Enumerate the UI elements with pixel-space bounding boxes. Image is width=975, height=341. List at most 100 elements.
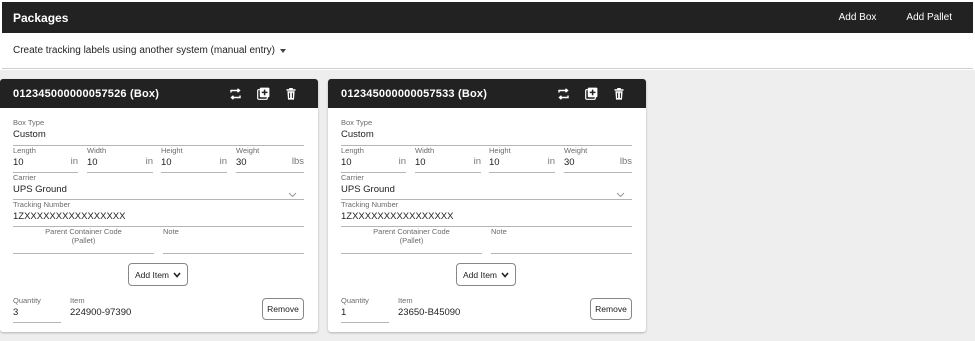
height-field[interactable]: Height 10 in (161, 146, 227, 173)
item-label: Item (398, 296, 413, 305)
carrier-label: Carrier (341, 173, 364, 182)
carrier-select[interactable]: Carrier UPS Ground (341, 173, 632, 200)
length-field[interactable]: Length 10 in (13, 146, 78, 173)
chevron-down-icon (173, 271, 181, 278)
parent-container-code-label: Parent Container Code (45, 227, 122, 236)
parent-container-code-label: Parent Container Code (373, 227, 450, 236)
carrier-value: UPS Ground (13, 184, 67, 195)
length-field[interactable]: Length 10 in (341, 146, 406, 173)
add-box-icon[interactable] (584, 87, 598, 101)
tracking-number-label: Tracking Number (341, 200, 399, 209)
package-card-header: 012345000000057533 (Box) (328, 79, 646, 108)
parent-container-code-field[interactable]: Parent Container Code (Pallet) (13, 227, 154, 254)
width-field[interactable]: Width 10 in (415, 146, 481, 173)
parent-container-code-sublabel: (Pallet) (71, 236, 96, 245)
tracking-system-select[interactable]: another system (manual entry) (139, 45, 287, 56)
tracking-label-bar: Create tracking labels using another sys… (2, 33, 973, 69)
tracking-number-value: 1ZXXXXXXXXXXXXXXXX (341, 211, 454, 222)
height-field[interactable]: Height 10 in (489, 146, 555, 173)
add-item-label: Add Item (134, 269, 170, 280)
length-value: 10 (13, 157, 24, 168)
remove-button[interactable]: Remove (590, 298, 632, 320)
item-value: 23650-B45090 (398, 307, 461, 318)
swap-icon[interactable] (228, 87, 242, 101)
package-title: 012345000000057526 (Box) (13, 87, 160, 100)
width-value: 10 (87, 157, 98, 168)
add-item-button[interactable]: Add Item (128, 263, 188, 286)
delete-icon[interactable] (284, 87, 298, 101)
width-label: Width (415, 146, 435, 155)
chevron-down-icon (501, 271, 509, 278)
carrier-value: UPS Ground (341, 184, 395, 195)
package-title: 012345000000057533 (Box) (341, 87, 488, 100)
height-unit: in (219, 156, 227, 167)
height-label: Height (489, 146, 511, 155)
package-card-header: 012345000000057526 (Box) (0, 79, 318, 108)
weight-field[interactable]: Weight 30 lbs (236, 146, 304, 173)
add-box-icon[interactable] (256, 87, 270, 101)
height-label: Height (161, 146, 183, 155)
weight-label: Weight (236, 146, 260, 155)
packages-area: 012345000000057526 (Box) Box Type Custom… (0, 70, 975, 341)
note-label: Note (163, 227, 179, 236)
note-label: Note (491, 227, 507, 236)
item-field: Item 224900-97390 (70, 296, 190, 323)
delete-icon[interactable] (612, 87, 626, 101)
item-field: Item 23650-B45090 (398, 296, 518, 323)
box-type-value: Custom (13, 129, 46, 140)
width-field[interactable]: Width 10 in (87, 146, 153, 173)
tracking-number-field[interactable]: Tracking Number 1ZXXXXXXXXXXXXXXXX (341, 200, 632, 227)
item-label: Item (70, 296, 85, 305)
item-value: 224900-97390 (70, 307, 132, 318)
quantity-field[interactable]: Quantity 3 (13, 296, 61, 323)
tracking-number-field[interactable]: Tracking Number 1ZXXXXXXXXXXXXXXXX (13, 200, 304, 227)
quantity-label: Quantity (341, 296, 369, 305)
box-type-label: Box Type (13, 118, 45, 127)
top-bar: Packages Add Box Add Pallet (2, 2, 973, 33)
length-label: Length (341, 146, 364, 155)
carrier-label: Carrier (13, 173, 36, 182)
tracking-system-selected: another system (manual entry) (139, 45, 276, 56)
quantity-value: 3 (13, 307, 19, 318)
note-field[interactable]: Note (163, 227, 304, 254)
box-type-value: Custom (341, 129, 374, 140)
weight-field[interactable]: Weight 30 lbs (564, 146, 632, 173)
tracking-number-value: 1ZXXXXXXXXXXXXXXXX (13, 211, 126, 222)
caret-down-icon (280, 48, 287, 53)
parent-container-code-sublabel: (Pallet) (399, 236, 424, 245)
length-unit: in (398, 156, 406, 167)
weight-label: Weight (564, 146, 588, 155)
add-item-label: Add Item (462, 269, 498, 280)
add-item-button[interactable]: Add Item (456, 263, 516, 286)
box-type-label: Box Type (341, 118, 373, 127)
weight-unit: lbs (619, 156, 632, 167)
quantity-field[interactable]: Quantity 1 (341, 296, 389, 323)
remove-button[interactable]: Remove (262, 298, 304, 320)
width-unit: in (145, 156, 153, 167)
tracking-label-prefix: Create tracking labels using (13, 45, 137, 56)
package-card: 012345000000057533 (Box) Box Type Custom… (328, 79, 646, 332)
box-type-field[interactable]: Box Type Custom (341, 118, 632, 146)
height-value: 10 (489, 157, 500, 168)
quantity-label: Quantity (13, 296, 41, 305)
page-title: Packages (13, 10, 69, 25)
height-value: 10 (161, 157, 172, 168)
package-card: 012345000000057526 (Box) Box Type Custom… (0, 79, 318, 332)
length-unit: in (70, 156, 78, 167)
width-unit: in (473, 156, 481, 167)
parent-container-code-field[interactable]: Parent Container Code (Pallet) (341, 227, 482, 254)
length-value: 10 (341, 157, 352, 168)
add-box-button[interactable]: Add Box (839, 12, 877, 23)
length-label: Length (13, 146, 36, 155)
tracking-number-label: Tracking Number (13, 200, 71, 209)
height-unit: in (547, 156, 555, 167)
width-label: Width (87, 146, 107, 155)
width-value: 10 (415, 157, 426, 168)
weight-unit: lbs (291, 156, 304, 167)
box-type-field[interactable]: Box Type Custom (13, 118, 304, 146)
carrier-select[interactable]: Carrier UPS Ground (13, 173, 304, 200)
swap-icon[interactable] (556, 87, 570, 101)
quantity-value: 1 (341, 307, 347, 318)
add-pallet-button[interactable]: Add Pallet (906, 12, 952, 23)
note-field[interactable]: Note (491, 227, 632, 254)
